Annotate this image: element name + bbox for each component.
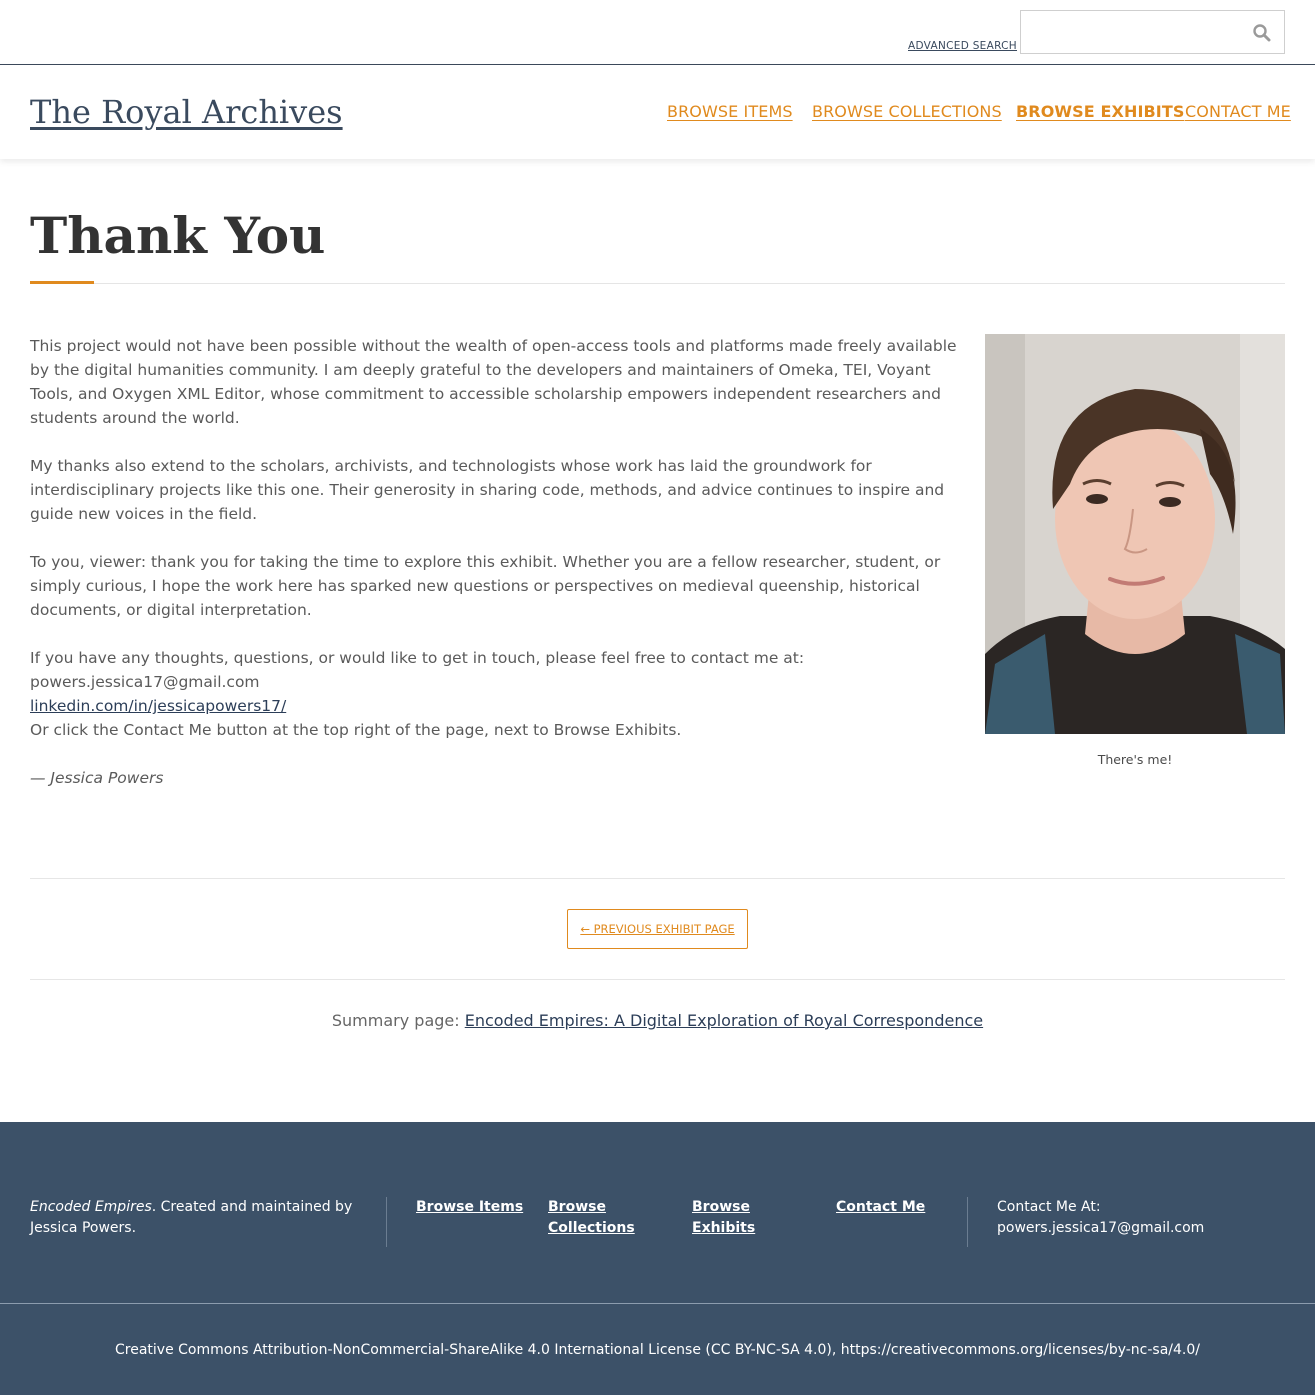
contact-paragraph: If you have any thoughts, questions, or … <box>30 646 965 742</box>
footer-contact-label: Contact Me At: <box>997 1199 1101 1215</box>
license-text: Creative Commons Attribution-NonCommerci… <box>115 1342 1200 1358</box>
divider <box>30 878 1285 879</box>
site-footer: Encoded Empires. Created and maintained … <box>0 1122 1315 1303</box>
page-title: Thank You <box>30 206 326 265</box>
footer-credit: Encoded Empires. Created and maintained … <box>30 1197 360 1239</box>
top-bar: ADVANCED SEARCH <box>0 0 1315 65</box>
author-photo[interactable] <box>985 334 1285 734</box>
signature: — Jessica Powers <box>30 769 164 787</box>
footer-link-browse-items[interactable]: Browse Items <box>416 1197 526 1218</box>
contact-note: Or click the Contact Me button at the to… <box>30 721 682 739</box>
footer-site-name: Encoded Empires <box>30 1199 152 1215</box>
nav-contact-me[interactable]: CONTACT ME <box>1185 102 1291 121</box>
site-title-link[interactable]: The Royal Archives <box>30 93 343 131</box>
nav-browse-exhibits[interactable]: BROWSE EXHIBITS <box>1016 102 1184 121</box>
nav-browse-collections[interactable]: BROWSE COLLECTIONS <box>812 102 1002 121</box>
summary-label: Summary page: <box>331 1011 465 1030</box>
search-icon[interactable] <box>1252 23 1272 43</box>
previous-exhibit-page-button[interactable]: ← PREVIOUS EXHIBIT PAGE <box>567 909 748 949</box>
footer-link-browse-collections[interactable]: Browse Collections <box>548 1197 658 1239</box>
footer-divider <box>386 1197 387 1247</box>
site-header: The Royal Archives BROWSE ITEMS BROWSE C… <box>0 65 1315 159</box>
search-input[interactable] <box>1020 10 1285 54</box>
contact-email: powers.jessica17@gmail.com <box>30 673 260 691</box>
license-bar: Creative Commons Attribution-NonCommerci… <box>0 1303 1315 1395</box>
footer-contact: Contact Me At: powers.jessica17@gmail.co… <box>997 1197 1287 1239</box>
title-accent-bar <box>30 281 94 284</box>
photo-caption: There's me! <box>1097 752 1173 767</box>
paragraph: My thanks also extend to the scholars, a… <box>30 457 945 523</box>
footer-contact-email: powers.jessica17@gmail.com <box>997 1220 1205 1236</box>
footer-link-contact-me[interactable]: Contact Me <box>836 1197 946 1218</box>
nav-browse-items[interactable]: BROWSE ITEMS <box>667 102 793 121</box>
summary-line: Summary page: Encoded Empires: A Digital… <box>0 1011 1315 1030</box>
contact-intro: If you have any thoughts, questions, or … <box>30 649 805 667</box>
paragraph: To you, viewer: thank you for taking the… <box>30 553 941 619</box>
title-divider <box>30 283 1285 284</box>
paragraph: This project would not have been possibl… <box>30 337 957 427</box>
advanced-search-link[interactable]: ADVANCED SEARCH <box>908 40 1017 52</box>
summary-page-link[interactable]: Encoded Empires: A Digital Exploration o… <box>465 1011 983 1030</box>
linkedin-link[interactable]: linkedin.com/in/jessicapowers17/ <box>30 697 286 715</box>
footer-divider <box>967 1197 968 1247</box>
divider <box>30 979 1285 980</box>
exhibit-text: This project would not have been possibl… <box>30 334 965 814</box>
footer-link-browse-exhibits[interactable]: Browse Exhibits <box>692 1197 782 1239</box>
